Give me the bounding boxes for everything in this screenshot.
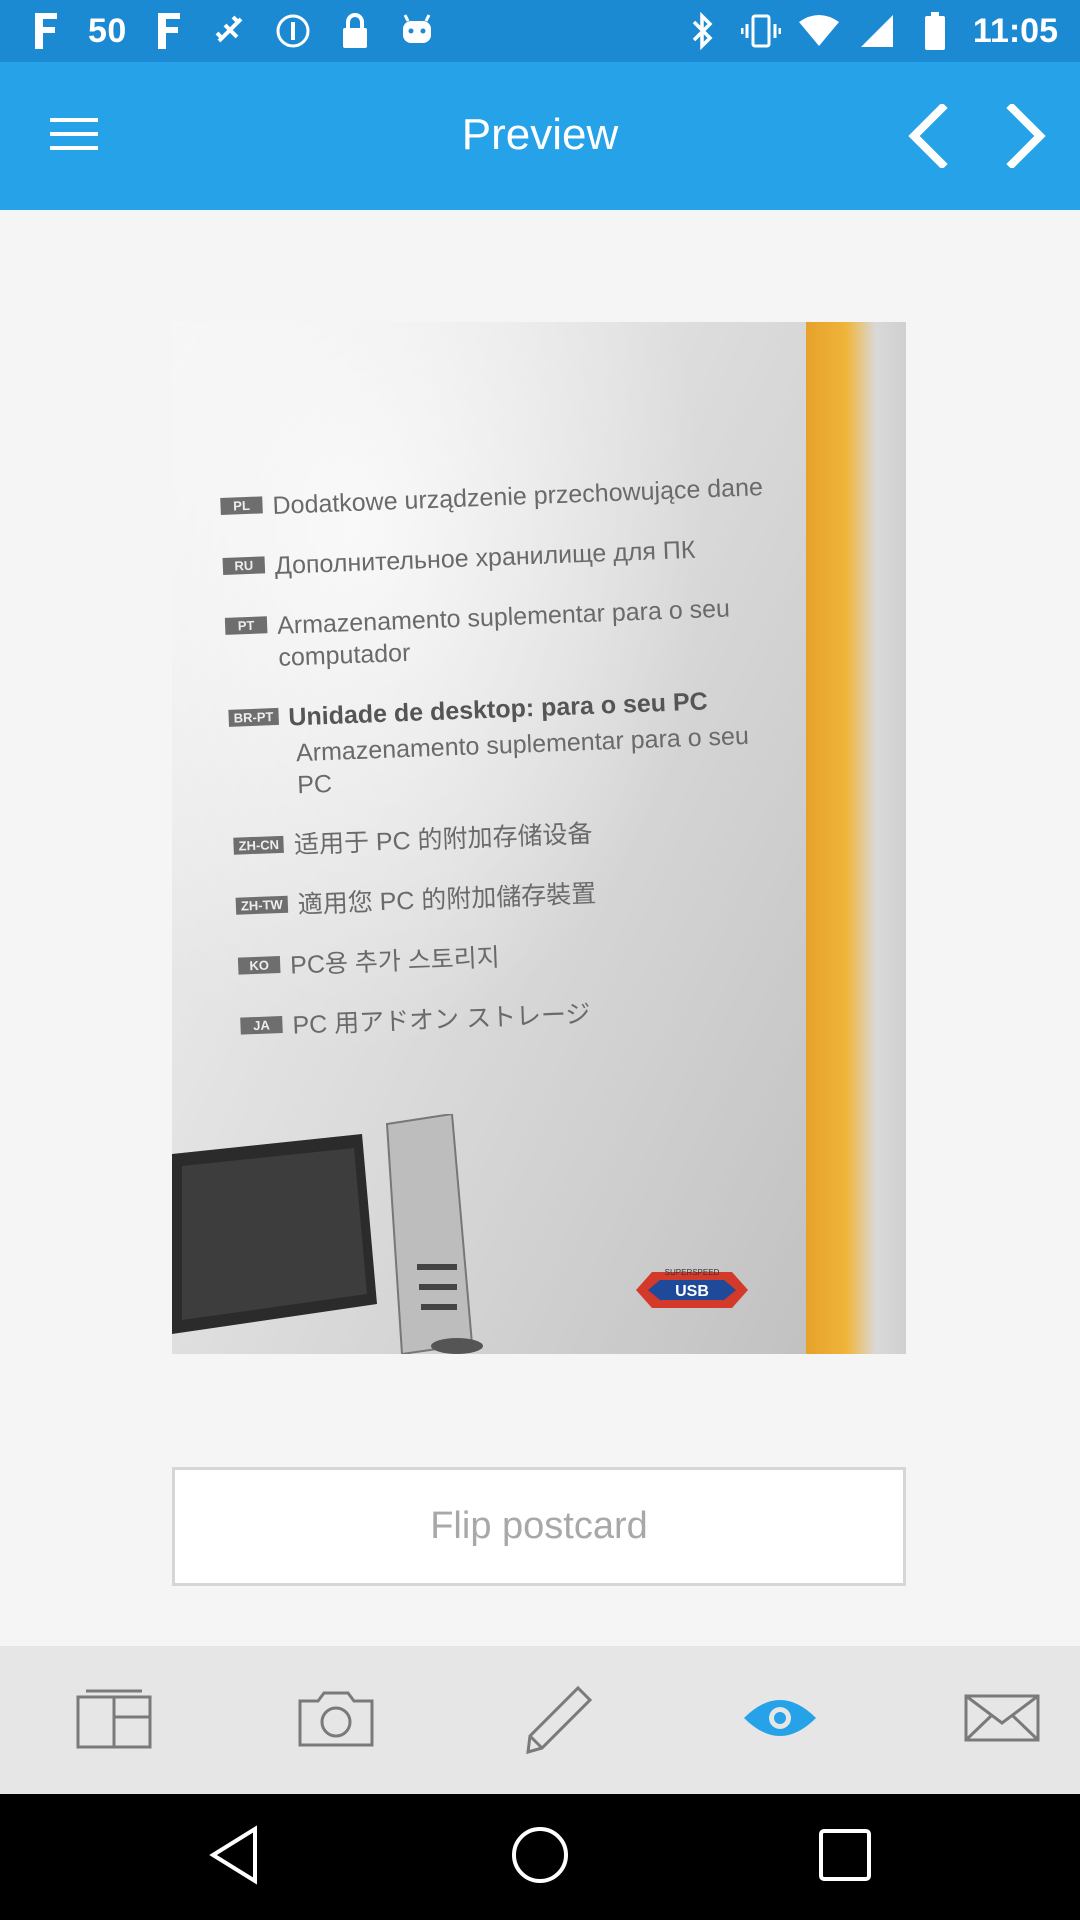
lang-row-zh-cn: ZH-CN 适用于 PC 的附加存储设备 bbox=[233, 810, 794, 863]
battery-icon bbox=[915, 11, 955, 51]
box-edge bbox=[806, 322, 906, 1354]
system-back-button[interactable] bbox=[200, 1822, 270, 1892]
status-left-icons: 50 bbox=[26, 8, 437, 54]
lang-text: PC용 추가 스토리지 bbox=[289, 943, 501, 980]
envelope-icon bbox=[964, 1693, 1040, 1748]
lang-tag: KO bbox=[237, 956, 281, 975]
nav-preview-button[interactable] bbox=[738, 1680, 822, 1760]
camera-icon bbox=[298, 1689, 374, 1752]
back-icon bbox=[207, 1824, 263, 1890]
lock-icon bbox=[335, 11, 375, 51]
previous-button[interactable] bbox=[892, 98, 964, 178]
signal-icon bbox=[857, 11, 897, 51]
fake-gps-icon bbox=[211, 11, 251, 51]
eye-icon bbox=[742, 1696, 818, 1745]
lang-tag: ZH-TW bbox=[235, 895, 289, 915]
system-recents-button[interactable] bbox=[810, 1822, 880, 1892]
lang-tag: RU bbox=[222, 556, 266, 575]
lang-row-pt: PT Armazenamento suplementar para o seu … bbox=[224, 590, 787, 675]
lang-row-ja: JA PC 用アドオン ストレージ bbox=[240, 990, 801, 1043]
wifi-icon bbox=[798, 11, 839, 51]
lang-text: 适用于 PC 的附加存储设备 bbox=[293, 819, 594, 860]
status-time: 11:05 bbox=[972, 11, 1058, 50]
vibrate-icon bbox=[740, 11, 781, 51]
chevron-left-icon bbox=[906, 101, 950, 173]
status-bar: 50 11:05 bbox=[0, 0, 1080, 62]
home-icon bbox=[510, 1825, 570, 1890]
system-home-button[interactable] bbox=[505, 1822, 575, 1892]
lang-row-ru: RU Дополнительное хранилище для ПК bbox=[222, 530, 783, 583]
lang-tag: PT bbox=[224, 616, 268, 635]
usb-logo-text: USB bbox=[675, 1283, 709, 1300]
nav-send-button[interactable] bbox=[960, 1680, 1044, 1760]
facebook-icon bbox=[26, 11, 66, 51]
nav-layout-button[interactable] bbox=[72, 1680, 156, 1760]
nav-edit-button[interactable] bbox=[516, 1680, 600, 1760]
facebook-icon bbox=[149, 11, 189, 51]
nav-camera-button[interactable] bbox=[294, 1680, 378, 1760]
layout-icon bbox=[76, 1687, 152, 1754]
lang-tag: PL bbox=[220, 496, 263, 515]
lang-text: Armazenamento suplementar para o seu PC bbox=[295, 721, 750, 800]
lang-row-ko: KO PC용 추가 스토리지 bbox=[237, 930, 799, 983]
network-text: 50 bbox=[88, 11, 127, 50]
lang-text: 適用您 PC 的附加儲存裝置 bbox=[297, 879, 597, 920]
pencil-icon bbox=[520, 1680, 596, 1761]
bottom-navigation bbox=[0, 1646, 1080, 1794]
info-circle-icon bbox=[273, 11, 313, 51]
status-right-icons: 11:05 bbox=[683, 8, 1058, 54]
recents-icon bbox=[817, 1827, 873, 1888]
usb-logo-top-text: SUPERSPEED bbox=[665, 1268, 720, 1277]
flip-postcard-button[interactable]: Flip postcard bbox=[172, 1467, 906, 1586]
lang-text: PC 用アドオン ストレージ bbox=[292, 1000, 591, 1040]
usb-logo: SUPERSPEED USB bbox=[636, 1268, 748, 1308]
android-icon bbox=[397, 11, 437, 51]
lang-tag: BR-PT bbox=[228, 707, 279, 727]
next-button[interactable] bbox=[990, 98, 1062, 178]
system-navigation-bar bbox=[0, 1794, 1080, 1920]
chevron-right-icon bbox=[1004, 101, 1048, 173]
lang-tag: ZH-CN bbox=[233, 835, 285, 855]
app-toolbar: Preview bbox=[0, 62, 1080, 210]
lang-tag: JA bbox=[240, 1016, 283, 1035]
postcard-preview-image[interactable]: PL Dodatkowe urządzenie przechowujące da… bbox=[172, 322, 906, 1354]
lang-row-zh-tw: ZH-TW 適用您 PC 的附加儲存裝置 bbox=[235, 870, 796, 923]
lang-text: Armazenamento suplementar para o seu com… bbox=[276, 594, 731, 672]
box-text: PL Dodatkowe urządzenie przechowujące da… bbox=[220, 471, 802, 1072]
lang-text: Дополнительное хранилище для ПК bbox=[274, 535, 696, 580]
bluetooth-icon bbox=[683, 11, 723, 51]
desktop-computer-illustration bbox=[172, 1114, 483, 1354]
